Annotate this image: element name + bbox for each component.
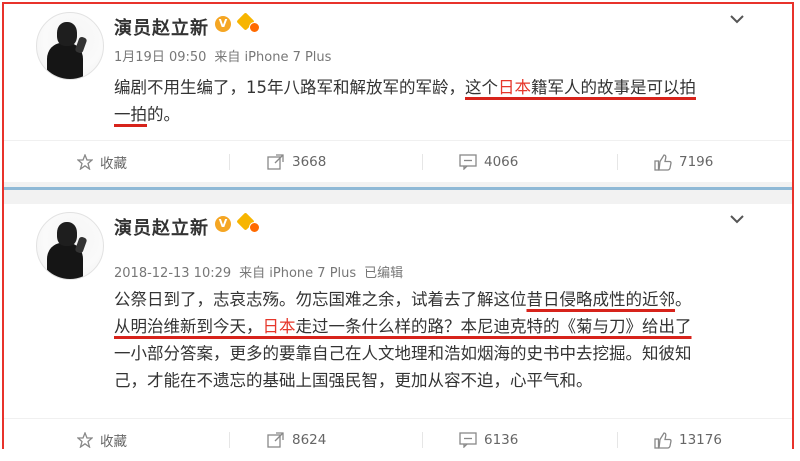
- content-text: 的。: [147, 105, 180, 124]
- author-name[interactable]: 演员赵立新: [114, 14, 209, 40]
- post-timestamp[interactable]: 1月19日 09:50: [114, 50, 206, 65]
- content-text: 公祭日到了，志哀志殇。勿忘国难之余，试着去了解这位: [114, 290, 527, 309]
- favorite-button[interactable]: 收藏: [77, 141, 127, 183]
- underlined-text: 昔日侵略成性的近邻: [526, 290, 676, 309]
- weibo-post: 演员赵立新 V 1月19日 09:50 来自 iPhone 7 Plus 编剧不用…: [4, 4, 792, 182]
- post-divider: [4, 182, 792, 204]
- weibo-post: 演员赵立新 V 2018-12-13 10:29 来自 iPhone 7 Plus…: [4, 204, 792, 450]
- post-content: 公祭日到了，志哀志殇。勿忘国难之余，试着去了解这位昔日侵略成性的近邻。 从明治维…: [114, 286, 692, 394]
- comment-count: 6136: [484, 432, 519, 448]
- comment-icon: [459, 432, 477, 448]
- verified-badge-icon: V: [215, 216, 231, 232]
- content-text: 这个: [465, 78, 498, 97]
- content-line: 编剧不用生编了，15年八路军和解放军的军龄，这个日本籍军人的故事是可以拍: [114, 74, 696, 101]
- like-icon: [654, 431, 672, 449]
- content-text: 籍军人的故事是可以拍: [531, 78, 696, 97]
- comment-button[interactable]: 4066: [459, 141, 518, 183]
- vip-icon: [236, 12, 260, 33]
- vip-icon: [236, 212, 260, 233]
- post-timestamp[interactable]: 2018-12-13 10:29: [114, 266, 231, 281]
- content-line: 公祭日到了，志哀志殇。勿忘国难之余，试着去了解这位昔日侵略成性的近邻。: [114, 286, 692, 313]
- repost-icon: [267, 432, 284, 448]
- underlined-text: 从明治维新到今天，日本走过一条什么样的路？本尼迪克特的《菊与刀》给出了: [114, 317, 692, 336]
- content-line: 己，才能在不遗忘的基础上国强民智，更加从容不迫，心平气和。: [114, 371, 593, 390]
- like-count: 13176: [679, 432, 722, 448]
- like-icon: [654, 153, 672, 171]
- repost-icon: [267, 154, 284, 170]
- content-line: 从明治维新到今天，日本走过一条什么样的路？本尼迪克特的《菊与刀》给出了: [114, 313, 692, 340]
- favorite-label: 收藏: [100, 434, 127, 450]
- content-line: 一拍的。: [114, 101, 696, 128]
- post-source: 来自 iPhone 7 Plus: [214, 50, 332, 65]
- repost-count: 8624: [292, 432, 327, 448]
- content-text: 走过一条什么样的路？本尼迪克特的: [295, 317, 560, 336]
- star-icon: [77, 432, 93, 448]
- post-content: 编剧不用生编了，15年八路军和解放军的军龄，这个日本籍军人的故事是可以拍 一拍的…: [114, 74, 696, 128]
- star-icon: [77, 154, 93, 170]
- edited-label[interactable]: 已编辑: [364, 266, 403, 281]
- comment-count: 4066: [484, 154, 519, 170]
- content-line: 一小部分答案，更多的要靠自己在人文地理和浩如烟海的史书中去挖掘。知彼知: [114, 344, 692, 363]
- content-text: 《菊与刀》给出了: [559, 317, 692, 336]
- underlined-text: 一拍: [114, 105, 147, 124]
- favorite-label: 收藏: [100, 156, 127, 172]
- highlighted-text: 日本: [262, 317, 296, 336]
- chevron-down-icon[interactable]: [727, 10, 747, 28]
- action-bar: 收藏 3668 4066 7196: [4, 140, 792, 183]
- avatar[interactable]: [36, 212, 104, 280]
- content-text: 。: [675, 290, 692, 309]
- highlighted-text: 日本: [498, 78, 531, 97]
- verified-badge-icon: V: [215, 16, 231, 32]
- chevron-down-icon[interactable]: [727, 210, 747, 228]
- post-meta: 2018-12-13 10:29 来自 iPhone 7 Plus 已编辑: [114, 262, 411, 281]
- post-source: 来自 iPhone 7 Plus: [239, 266, 357, 281]
- repost-button[interactable]: 3668: [267, 141, 326, 183]
- repost-count: 3668: [292, 154, 327, 170]
- content-text: 编剧不用生编了，15年八路军和解放军的军龄，: [114, 78, 465, 97]
- author-name[interactable]: 演员赵立新: [114, 214, 209, 240]
- like-button[interactable]: 7196: [654, 141, 713, 183]
- underlined-text: 这个日本籍军人的故事是可以拍: [465, 78, 696, 97]
- avatar[interactable]: [36, 12, 104, 80]
- comment-icon: [459, 154, 477, 170]
- post-meta: 1月19日 09:50 来自 iPhone 7 Plus: [114, 46, 339, 65]
- like-count: 7196: [679, 154, 714, 170]
- content-text: 从明治维新到今天，: [114, 317, 263, 336]
